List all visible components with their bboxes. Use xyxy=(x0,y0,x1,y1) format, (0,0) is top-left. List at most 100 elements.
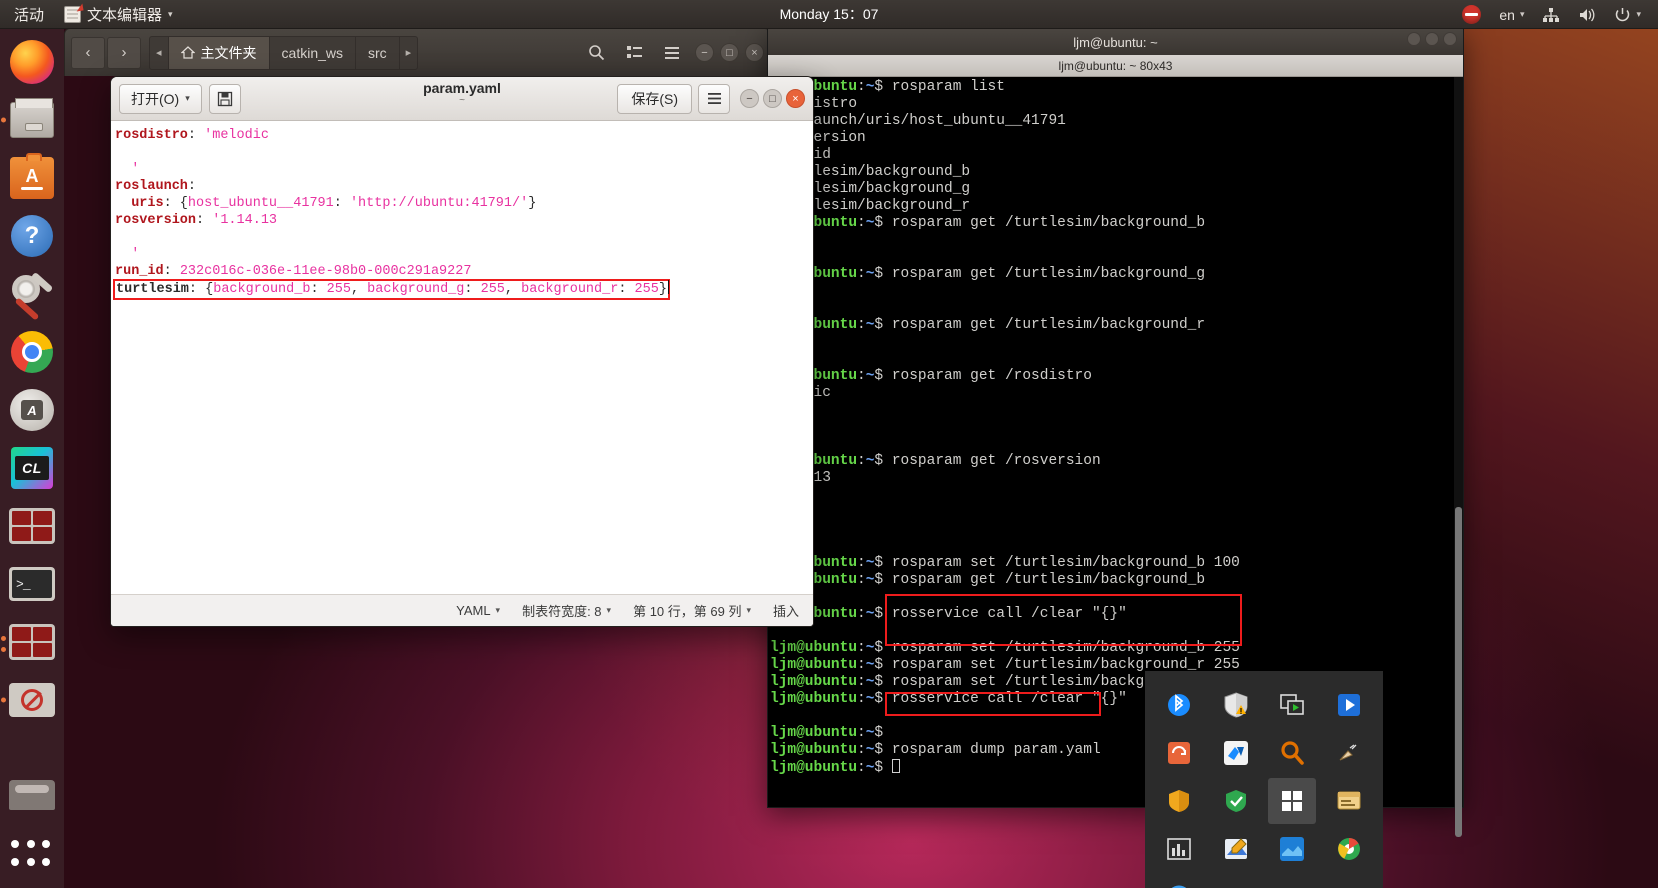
remote-display-icon[interactable] xyxy=(1277,690,1307,720)
breadcrumb-item-catkin-ws[interactable]: catkin_ws xyxy=(270,36,356,69)
save-as-button[interactable] xyxy=(208,83,241,114)
mouse-pointer-icon[interactable] xyxy=(1334,738,1364,768)
code-token: : xyxy=(333,196,350,211)
breadcrumb-scroll-right[interactable]: ▸ xyxy=(400,37,418,69)
code-token: , xyxy=(350,282,368,297)
launcher-item-terminator-2[interactable] xyxy=(1,617,57,667)
terminal-prompt-end: $ xyxy=(874,760,892,776)
launcher-item-clion[interactable]: CL xyxy=(7,443,57,493)
security-shield-warning-icon[interactable] xyxy=(1221,690,1251,720)
minimize-button[interactable]: − xyxy=(695,43,714,62)
code-token: '1.14.13 xyxy=(212,213,278,228)
launcher-item-trash[interactable] xyxy=(7,770,57,820)
terminal-command: rosparam get /rosversion xyxy=(891,453,1101,469)
file-explorer-icon[interactable] xyxy=(1334,786,1364,816)
launcher-item-settings[interactable] xyxy=(7,269,57,321)
scrollbar-thumb[interactable] xyxy=(1455,507,1462,837)
status-tab-width[interactable]: 制表符宽度: 8 ▾ xyxy=(522,601,611,620)
code-token: : xyxy=(196,213,213,228)
editor-text-area[interactable]: rosdistro: 'melodic ' roslaunch: uris: {h… xyxy=(111,121,813,594)
maximize-button[interactable] xyxy=(1425,32,1439,46)
launcher-item-help[interactable]: ? xyxy=(7,211,57,261)
running-indicator xyxy=(1,636,6,641)
maximize-button[interactable]: □ xyxy=(720,43,739,62)
app-menu-button[interactable]: 文本编辑器 ▾ xyxy=(54,0,183,29)
green-shield-icon[interactable] xyxy=(1221,786,1251,816)
breadcrumb-item-home[interactable]: 主文件夹 xyxy=(168,36,270,69)
circle-icon[interactable] xyxy=(1164,882,1194,888)
weather-icon[interactable] xyxy=(1277,834,1307,864)
open-file-button[interactable]: 打开(O) ▾ xyxy=(119,83,202,114)
activities-button[interactable]: 活动 xyxy=(0,0,54,29)
no-entry-indicator[interactable] xyxy=(1455,0,1488,29)
network-icon xyxy=(1543,7,1560,22)
help-icon: ? xyxy=(11,215,53,257)
network-indicator[interactable] xyxy=(1535,0,1567,29)
terminal-tab[interactable]: ljm@ubuntu: ~ 80x43 xyxy=(768,55,1463,77)
blue-app-icon[interactable] xyxy=(1221,738,1251,768)
search-button[interactable] xyxy=(579,37,613,69)
launcher-item-chrome[interactable] xyxy=(7,327,57,377)
terminal-prompt-sep: : xyxy=(857,215,866,231)
code-line: rosdistro: 'melodic xyxy=(115,127,813,144)
breadcrumb-item-src[interactable]: src xyxy=(356,36,400,69)
terminal-line: /roslaunch/uris/host_ubuntu__41791 xyxy=(768,113,1463,130)
volume-indicator[interactable] xyxy=(1571,0,1603,29)
clock[interactable]: Monday 15：07 xyxy=(780,4,879,24)
status-language[interactable]: YAML ▾ xyxy=(456,603,500,618)
launcher-item-files[interactable] xyxy=(1,95,57,145)
red-highlight-box xyxy=(885,594,1242,646)
view-toggle-button[interactable] xyxy=(617,37,651,69)
power-indicator[interactable]: ▾ xyxy=(1607,0,1648,29)
status-tab-width-label: 制表符宽度: 8 xyxy=(522,604,602,619)
breadcrumb-label: src xyxy=(368,44,387,61)
launcher-item-amazon[interactable]: A xyxy=(7,153,57,203)
media-player-icon[interactable] xyxy=(1334,690,1364,720)
launcher-item-app-grid[interactable] xyxy=(7,830,57,880)
menu-button[interactable] xyxy=(655,37,689,69)
breadcrumb-scroll-left[interactable]: ◂ xyxy=(150,36,169,69)
chart-icon[interactable] xyxy=(1164,834,1194,864)
forward-button[interactable]: › xyxy=(107,36,141,69)
launcher-item-terminator[interactable] xyxy=(7,501,57,551)
language-indicator[interactable]: en ▾ xyxy=(1492,0,1531,29)
close-button[interactable]: × xyxy=(745,43,764,62)
yellow-shield-icon[interactable] xyxy=(1164,786,1194,816)
close-button[interactable] xyxy=(1443,32,1457,46)
terminal-prompt-sep: : xyxy=(857,691,866,707)
chevron-down-icon: ▾ xyxy=(1519,9,1525,19)
code-token: rosversion xyxy=(115,213,197,228)
highlighted-code-line: turtlesim: {background_b: 255, backgroun… xyxy=(113,279,813,300)
edit-image-icon[interactable] xyxy=(1221,834,1251,864)
editor-menu-button[interactable] xyxy=(698,83,730,114)
terminal-window-buttons xyxy=(1407,32,1457,46)
launcher-item-software-updater[interactable]: A xyxy=(7,385,57,435)
launcher-item-terminal[interactable]: >_ xyxy=(7,559,57,609)
save-button[interactable]: 保存(S) xyxy=(617,83,692,114)
maximize-button[interactable]: □ xyxy=(763,89,782,108)
minimize-button[interactable]: − xyxy=(740,89,759,108)
terminal-scrollbar[interactable] xyxy=(1454,77,1463,837)
close-button[interactable]: × xyxy=(786,89,805,108)
status-cursor-position[interactable]: 第 10 行，第 69 列 ▾ xyxy=(633,601,751,620)
launcher-item-firefox[interactable] xyxy=(7,37,57,87)
bluetooth-icon[interactable] xyxy=(1164,690,1194,720)
trash-icon xyxy=(9,780,55,810)
launcher-item-forbid[interactable] xyxy=(1,675,57,725)
sync-arrows-icon[interactable] xyxy=(1164,738,1194,768)
code-token: ' xyxy=(115,162,140,177)
terminal-line: 69 xyxy=(768,334,1463,351)
back-button[interactable]: ‹ xyxy=(71,36,105,69)
minimize-button[interactable] xyxy=(1407,32,1421,46)
code-line: rosversion: '1.14.13 xyxy=(115,212,813,229)
browser-icon[interactable] xyxy=(1334,834,1364,864)
terminal-command: rosparam dump param.yaml xyxy=(891,742,1101,758)
windows-start-icon[interactable] xyxy=(1268,778,1317,824)
chrome-icon xyxy=(11,331,53,373)
search-magnifier-icon[interactable] xyxy=(1277,738,1307,768)
